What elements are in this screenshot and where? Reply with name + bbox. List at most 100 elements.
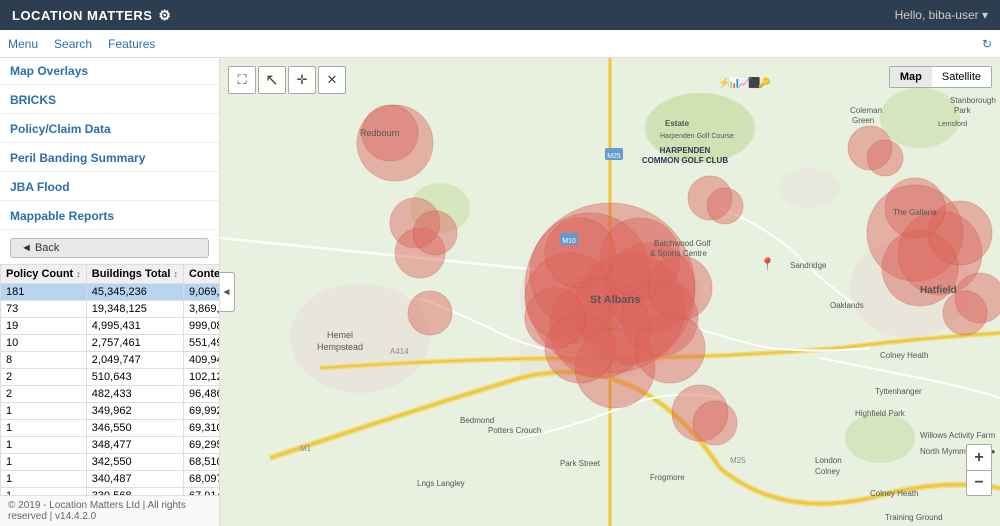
nav-refresh-icon[interactable]: ↻ <box>982 37 992 51</box>
topbar: LOCATION MATTERS ⚙ Hello, biba-user ▾ <box>0 0 1000 30</box>
svg-text:A414: A414 <box>620 359 639 368</box>
svg-text:Frogmore: Frogmore <box>650 473 685 482</box>
cell-contents-total: 999,086 <box>183 318 219 335</box>
app-title-bar: LOCATION MATTERS ⚙ <box>12 7 171 24</box>
table-row[interactable]: 18145,345,2369,069,053 <box>1 284 220 301</box>
table-row[interactable]: 1346,55069,310 <box>1 420 220 437</box>
svg-text:Hatfield: Hatfield <box>920 285 957 296</box>
pointer-tool-button[interactable]: ↖ <box>258 66 286 94</box>
table-row[interactable]: 194,995,431999,086 <box>1 318 220 335</box>
svg-text:Willows Activity Farm: Willows Activity Farm <box>920 431 995 440</box>
cell-buildings-total: 19,348,125 <box>86 301 183 318</box>
svg-text:📈: 📈 <box>738 76 750 89</box>
svg-text:Lngs Langley: Lngs Langley <box>417 479 465 488</box>
svg-text:Green: Green <box>852 116 874 125</box>
svg-text:Estate: Estate <box>665 119 690 128</box>
table-row[interactable]: 2482,43396,486 <box>1 386 220 403</box>
sidebar: Map Overlays BRICKS Policy/Claim Data Pe… <box>0 58 220 526</box>
table-row[interactable]: 1339,56867,914 <box>1 488 220 496</box>
cell-contents-total: 69,992 <box>183 403 219 420</box>
map-type-toggle: Map Satellite <box>889 66 992 88</box>
map-container[interactable]: A414 A414 M25 M1 <box>220 58 1000 526</box>
svg-text:Potters Crouch: Potters Crouch <box>488 426 541 435</box>
svg-text:Park Street: Park Street <box>560 459 601 468</box>
clear-tool-button[interactable]: ✕ <box>318 66 346 94</box>
cell-buildings-total: 348,477 <box>86 437 183 454</box>
table-body: 18145,345,2369,069,0537319,348,1253,869,… <box>1 284 220 496</box>
data-table: Policy Count ↕ Buildings Total ↕ Content… <box>0 264 219 495</box>
table-row[interactable]: 1342,55068,510 <box>1 454 220 471</box>
table-row[interactable]: 1340,48768,097 <box>1 471 220 488</box>
svg-text:M25: M25 <box>730 456 746 465</box>
svg-text:M1: M1 <box>300 444 312 453</box>
svg-text:Bedmond: Bedmond <box>460 416 494 425</box>
cell-contents-total: 96,486 <box>183 386 219 403</box>
col-contents-total[interactable]: Contents Total ↑ <box>183 265 219 284</box>
cell-contents-total: 67,914 <box>183 488 219 496</box>
svg-text:Training Ground: Training Ground <box>885 513 943 522</box>
cell-policy-count: 1 <box>1 454 87 471</box>
cell-buildings-total: 45,345,236 <box>86 284 183 301</box>
nav-features[interactable]: Features <box>108 37 155 51</box>
svg-text:St Albans: St Albans <box>590 294 640 306</box>
sidebar-policy-claim[interactable]: Policy/Claim Data <box>0 116 219 140</box>
cell-buildings-total: 2,757,461 <box>86 335 183 352</box>
nav-search[interactable]: Search <box>54 37 92 51</box>
svg-text:COMMON GOLF CLUB: COMMON GOLF CLUB <box>642 156 728 165</box>
table-row[interactable]: 2510,643102,129 <box>1 369 220 386</box>
svg-text:London: London <box>815 456 842 465</box>
map-toolbar: ⛶ ↖ ✛ ✕ <box>228 66 346 94</box>
svg-text:HARPENDEN: HARPENDEN <box>660 146 711 155</box>
svg-text:📊: 📊 <box>728 76 740 89</box>
cell-buildings-total: 2,049,747 <box>86 352 183 369</box>
sidebar-map-overlays[interactable]: Map Overlays <box>0 58 219 82</box>
svg-text:📍: 📍 <box>760 257 775 271</box>
svg-text:🔑: 🔑 <box>758 76 771 89</box>
sidebar-jba-flood[interactable]: JBA Flood <box>0 174 219 198</box>
svg-text:Colney Heath: Colney Heath <box>880 351 928 360</box>
cell-policy-count: 1 <box>1 471 87 488</box>
col-policy-count[interactable]: Policy Count ↕ <box>1 265 87 284</box>
svg-text:M10: M10 <box>562 238 576 245</box>
zoom-controls: + − <box>966 444 992 496</box>
cell-buildings-total: 482,433 <box>86 386 183 403</box>
pan-tool-button[interactable]: ✛ <box>288 66 316 94</box>
svg-text:⬛: ⬛ <box>748 76 760 89</box>
cell-contents-total: 409,949 <box>183 352 219 369</box>
back-button[interactable]: ◄ Back <box>10 238 209 258</box>
svg-text:Harpenden Golf Course: Harpenden Golf Course <box>660 133 734 140</box>
nav-menu[interactable]: Menu <box>8 37 38 51</box>
svg-text:Oaklands: Oaklands <box>830 301 864 310</box>
table-row[interactable]: 82,049,747409,949 <box>1 352 220 369</box>
cell-contents-total: 9,069,053 <box>183 284 219 301</box>
user-greeting[interactable]: Hello, biba-user ▾ <box>895 8 988 22</box>
zoom-out-button[interactable]: − <box>966 470 992 496</box>
table-row[interactable]: 102,757,461551,493 <box>1 335 220 352</box>
zoom-in-button[interactable]: + <box>966 444 992 470</box>
cell-contents-total: 69,310 <box>183 420 219 437</box>
svg-text:Redbourn: Redbourn <box>360 128 400 138</box>
cell-policy-count: 19 <box>1 318 87 335</box>
cell-policy-count: 73 <box>1 301 87 318</box>
gear-icon: ⚙ <box>158 7 171 24</box>
main-layout: Map Overlays BRICKS Policy/Claim Data Pe… <box>0 58 1000 526</box>
cell-buildings-total: 339,568 <box>86 488 183 496</box>
col-buildings-total[interactable]: Buildings Total ↕ <box>86 265 183 284</box>
table-row[interactable]: 1348,47769,295 <box>1 437 220 454</box>
map-type-map-button[interactable]: Map <box>890 67 932 87</box>
table-row[interactable]: 7319,348,1253,869,622 <box>1 301 220 318</box>
cell-buildings-total: 346,550 <box>86 420 183 437</box>
svg-text:The Galleria: The Galleria <box>893 208 937 217</box>
fullscreen-tool-button[interactable]: ⛶ <box>228 66 256 94</box>
cell-contents-total: 68,097 <box>183 471 219 488</box>
svg-text:⚡: ⚡ <box>718 76 730 89</box>
map-type-satellite-button[interactable]: Satellite <box>932 67 991 87</box>
sidebar-mappable-reports[interactable]: Mappable Reports <box>0 203 219 227</box>
sidebar-peril-banding[interactable]: Peril Banding Summary <box>0 145 219 169</box>
sidebar-collapse-button[interactable]: ◄ <box>220 272 235 312</box>
svg-text:Tyttenhanger: Tyttenhanger <box>875 387 922 396</box>
sidebar-bricks[interactable]: BRICKS <box>0 87 219 111</box>
table-row[interactable]: 1349,96269,992 <box>1 403 220 420</box>
cell-policy-count: 1 <box>1 420 87 437</box>
svg-text:M25: M25 <box>607 153 621 160</box>
